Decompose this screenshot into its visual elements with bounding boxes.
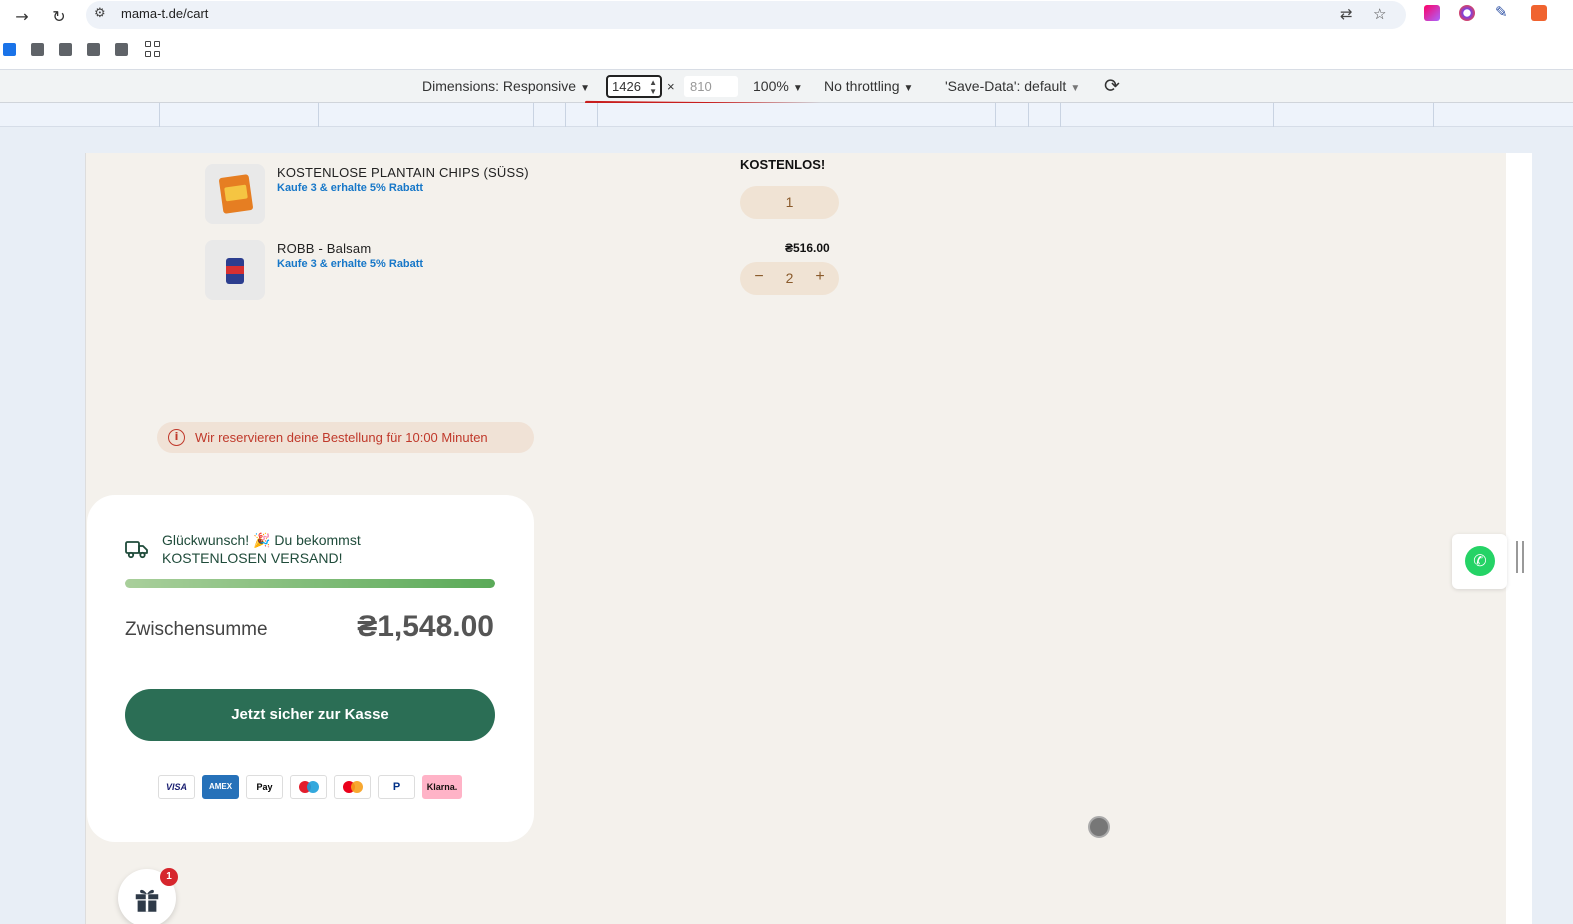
height-input[interactable]: 810	[684, 76, 738, 97]
quantity-stepper: − 2 +	[740, 262, 839, 295]
bookmark-icon[interactable]	[31, 43, 44, 56]
caret-down-icon: ▼	[580, 83, 590, 94]
truck-icon	[125, 541, 148, 559]
item-price: ₴516.00	[785, 241, 830, 255]
forward-arrow-icon[interactable]: →	[10, 4, 34, 28]
reservation-text: Wir reservieren deine Bestellung für 10:…	[195, 430, 488, 445]
save-data-dropdown[interactable]: 'Save-Data': default ▼	[945, 78, 1080, 94]
shipping-progress-fill	[125, 579, 495, 588]
url-text[interactable]: mama-t.de/cart	[121, 6, 208, 21]
item-title[interactable]: KOSTENLOSE PLANTAIN CHIPS (SÜSS)	[277, 165, 529, 180]
quantity-stepper[interactable]: 1	[740, 186, 839, 219]
klarna-icon: Klarna.	[422, 775, 462, 799]
width-input[interactable]: 1426 ▲ ▼	[606, 75, 662, 98]
amex-icon: AMEX	[202, 775, 239, 799]
bookmarks-bar	[0, 32, 1573, 70]
gift-icon	[135, 889, 159, 912]
translate-icon[interactable]: ⇄	[1340, 5, 1353, 23]
whatsapp-icon: ✆	[1465, 546, 1495, 576]
subtotal-label: Zwischensumme	[125, 619, 268, 640]
browser-top-bar: → ↻ ⚙ mama-t.de/cart ⇄ ☆ ✎	[0, 0, 1573, 32]
address-bar[interactable]: ⚙ mama-t.de/cart ⇄ ☆	[86, 1, 1406, 29]
extension-icon[interactable]	[1424, 5, 1440, 21]
shipping-message: KOSTENLOSEN VERSAND!	[162, 550, 343, 566]
viewport-gutter	[1506, 153, 1532, 924]
site-settings-icon[interactable]: ⚙	[94, 6, 106, 21]
mastercard-icon	[334, 775, 371, 799]
extension-icon[interactable]	[1459, 5, 1475, 21]
bookmark-icon[interactable]	[115, 43, 128, 56]
info-icon: i	[168, 429, 185, 446]
cart-summary-card: Glückwunsch! 🎉 Du bekommst KOSTENLOSEN V…	[87, 495, 534, 842]
height-placeholder: 810	[690, 79, 712, 94]
zoom-label: 100%	[753, 78, 789, 94]
product-image-robb-balsam[interactable]	[205, 240, 265, 300]
width-value: 1426	[612, 79, 641, 94]
dimension-separator: ×	[667, 79, 675, 94]
touch-cursor-indicator	[1088, 816, 1110, 838]
maestro-icon	[290, 775, 327, 799]
bookmark-star-icon[interactable]: ☆	[1373, 5, 1386, 23]
dimensions-label: Dimensions: Responsive	[422, 78, 577, 94]
shipping-message: Glückwunsch! 🎉 Du bekommst	[162, 532, 361, 548]
visa-icon: VISA	[158, 775, 195, 799]
bookmark-icon[interactable]	[3, 43, 16, 56]
apple-pay-label: Pay	[256, 782, 273, 792]
reservation-notice: i Wir reservieren deine Bestellung für 1…	[157, 422, 534, 453]
checkout-button[interactable]: Jetzt sicher zur Kasse	[125, 689, 495, 741]
shipping-progress-bar	[125, 579, 495, 588]
extension-icon[interactable]	[1531, 5, 1547, 21]
zoom-dropdown[interactable]: 100% ▼	[753, 78, 803, 94]
quantity-value: 1	[785, 194, 794, 210]
caret-down-icon: ▼	[903, 83, 914, 94]
dimensions-dropdown[interactable]: Dimensions: Responsive ▼	[422, 78, 590, 94]
item-promo: Kaufe 3 & erhalte 5% Rabatt	[277, 258, 424, 270]
bookmark-icon[interactable]	[59, 43, 72, 56]
bookmark-icon[interactable]	[87, 43, 100, 56]
plus-icon[interactable]: +	[813, 268, 827, 286]
media-query-ruler	[0, 103, 1573, 127]
device-toolbar: Dimensions: Responsive ▼ 1426 ▲ ▼ × 810 10…	[0, 70, 1573, 103]
reload-icon[interactable]: ↻	[47, 4, 71, 28]
item-price: KOSTENLOS!	[740, 157, 826, 172]
apple-pay-icon: Pay	[246, 775, 283, 799]
viewport-resize-handle[interactable]	[1516, 541, 1524, 573]
save-data-label: 'Save-Data': default	[945, 78, 1067, 94]
spinner-icon[interactable]: ▲ ▼	[649, 78, 657, 96]
throttling-label: No throttling	[824, 78, 900, 94]
product-image-plantain-chips[interactable]	[205, 164, 265, 224]
item-title[interactable]: ROBB - Balsam	[277, 241, 371, 256]
whatsapp-button[interactable]: ✆	[1452, 534, 1507, 589]
apps-grid-icon[interactable]	[145, 41, 161, 57]
gift-count-badge: 1	[160, 868, 178, 886]
item-promo: Kaufe 3 & erhalte 5% Rabatt	[277, 182, 424, 194]
throttling-dropdown[interactable]: No throttling ▼	[824, 78, 913, 94]
pen-extension-icon[interactable]: ✎	[1495, 3, 1511, 21]
paypal-icon: P	[378, 775, 415, 799]
caret-down-icon: ▼	[792, 83, 803, 94]
subtotal-value: ₴1,548.00	[357, 610, 494, 643]
rotate-icon[interactable]: ⟳	[1104, 75, 1120, 98]
caret-down-icon: ▼	[1070, 83, 1081, 94]
